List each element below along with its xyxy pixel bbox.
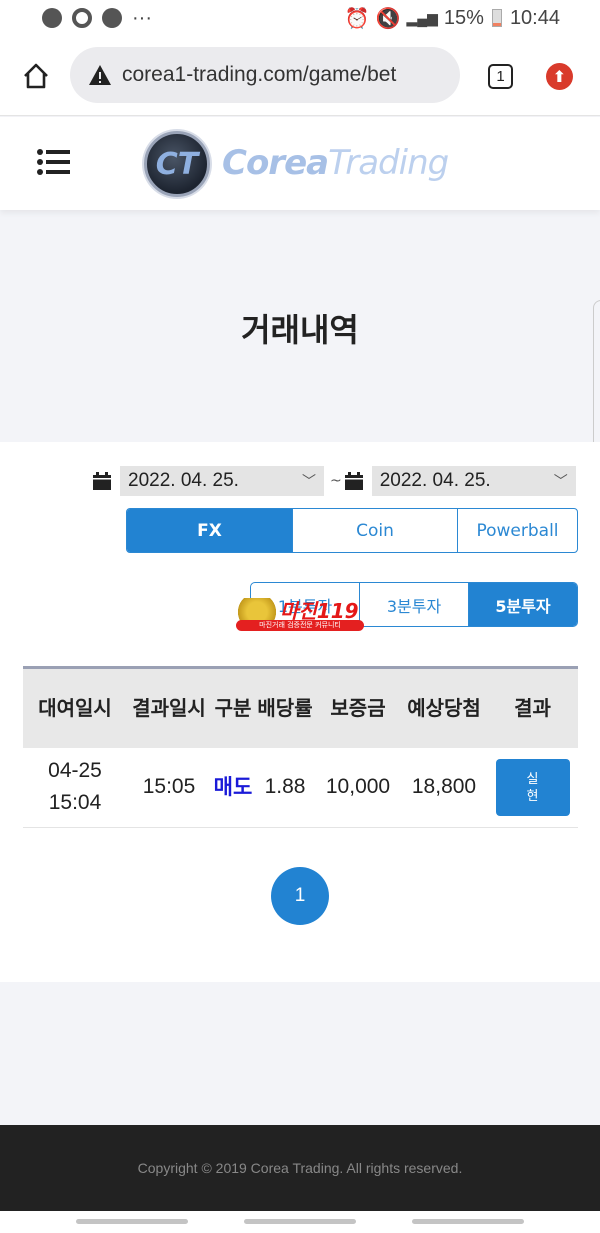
sync-icon	[72, 8, 92, 28]
browser-toolbar: corea1-trading.com/game/bet 1 ⬆	[0, 36, 600, 116]
col-result-time: 결과일시	[132, 696, 206, 721]
copyright-text: Copyright © 2019 Corea Trading. All righ…	[137, 1160, 463, 1176]
page-hero: 거래내역	[0, 210, 600, 442]
cell-expected: 18,800	[401, 747, 487, 828]
watermark-subtitle: 마진거래 검증전문 커뮤니티	[236, 620, 364, 631]
col-rate: 배당률	[257, 696, 313, 721]
cell-deposit: 10,000	[315, 747, 401, 828]
result-button[interactable]: 실현	[495, 758, 570, 816]
address-bar[interactable]: corea1-trading.com/game/bet	[70, 47, 460, 103]
tab-3min[interactable]: 3분투자	[360, 583, 469, 626]
col-deposit: 보증금	[330, 696, 386, 721]
category-tabs: FX Coin Powerball	[126, 508, 578, 553]
tab-fx[interactable]: FX	[127, 509, 293, 552]
status-bar: ··· ⏰ 🔇 ▂▄▆ 15% 10:44	[0, 0, 600, 36]
url-text: corea1-trading.com/game/bet	[122, 63, 397, 86]
footer: Copyright © 2019 Corea Trading. All righ…	[0, 1125, 600, 1211]
tab-powerball[interactable]: Powerball	[458, 509, 577, 552]
range-separator: ~	[330, 473, 342, 489]
calendar-icon	[344, 472, 363, 490]
date-range: 2022. 04. 25. ﹀ ~ 2022. 04. 25. ﹀	[92, 466, 576, 496]
date-from-value: 2022. 04. 25.	[128, 470, 239, 491]
page-title: 거래내역	[241, 311, 359, 349]
logo-sub: Trading	[328, 143, 449, 183]
site-header: CT CoreaTrading	[0, 117, 600, 210]
date-from-select[interactable]: 2022. 04. 25. ﹀	[120, 466, 324, 496]
cell-result: 실현	[487, 747, 578, 828]
update-icon[interactable]: ⬆	[546, 63, 573, 90]
cell-result-time: 15:05	[127, 747, 211, 828]
battery-percent: 15%	[443, 6, 484, 29]
mute-icon: 🔇	[375, 7, 401, 30]
col-expected: 예상당첨	[407, 696, 481, 721]
logo-main: Corea	[222, 143, 329, 183]
clock: 10:44	[509, 6, 560, 29]
nav-back-button[interactable]	[412, 1219, 524, 1224]
table-header: 대여일시 결과일시 구분 배당률 보증금 예상당첨 결과	[23, 667, 578, 748]
cell-start: 04-25 15:04	[23, 747, 127, 828]
home-icon[interactable]	[22, 62, 50, 90]
cell-kind: 매도	[211, 747, 255, 828]
calendar-icon	[93, 472, 111, 490]
page-1-button[interactable]: 1	[271, 867, 329, 925]
tab-5min[interactable]: 5분투자	[469, 583, 577, 626]
tab-coin[interactable]: Coin	[293, 509, 458, 552]
app-notification-icon	[102, 8, 122, 28]
more-notifications-icon: ···	[132, 6, 152, 29]
nav-recents-button[interactable]	[76, 1219, 188, 1224]
chevron-down-icon: ﹀	[302, 473, 316, 489]
date-to-value: 2022. 04. 25.	[379, 470, 491, 491]
tab-switcher-button[interactable]: 1	[488, 64, 513, 89]
signal-icon: ▂▄▆	[406, 9, 438, 26]
menu-icon[interactable]	[36, 147, 72, 177]
warning-icon	[89, 65, 111, 85]
date-to-select[interactable]: 2022. 04. 25. ﹀	[371, 466, 576, 496]
alarm-icon: ⏰	[344, 7, 370, 30]
nav-home-button[interactable]	[244, 1219, 356, 1224]
app-notification-icon	[42, 8, 62, 28]
cell-rate: 1.88	[255, 747, 315, 828]
history-panel: 2022. 04. 25. ﹀ ~ 2022. 04. 25. ﹀ FX Coin …	[0, 442, 600, 982]
table-row: 04-25 15:04 15:05 매도 1.88 10,000 18,800 …	[23, 747, 578, 828]
system-nav-bar	[0, 1211, 600, 1233]
logo-text[interactable]: CoreaTrading	[222, 143, 449, 183]
watermark-badge: 마진119 마진거래 검증전문 커뮤니티	[236, 598, 364, 634]
col-result: 결과	[514, 696, 551, 721]
chevron-down-icon: ﹀	[553, 473, 568, 489]
battery-icon	[491, 9, 502, 27]
logo-emblem[interactable]: CT	[144, 131, 210, 197]
col-kind: 구분	[214, 696, 252, 721]
history-table: 대여일시 결과일시 구분 배당률 보증금 예상당첨 결과 04-25 15:04…	[23, 666, 578, 828]
col-start: 대여일시	[38, 696, 112, 721]
